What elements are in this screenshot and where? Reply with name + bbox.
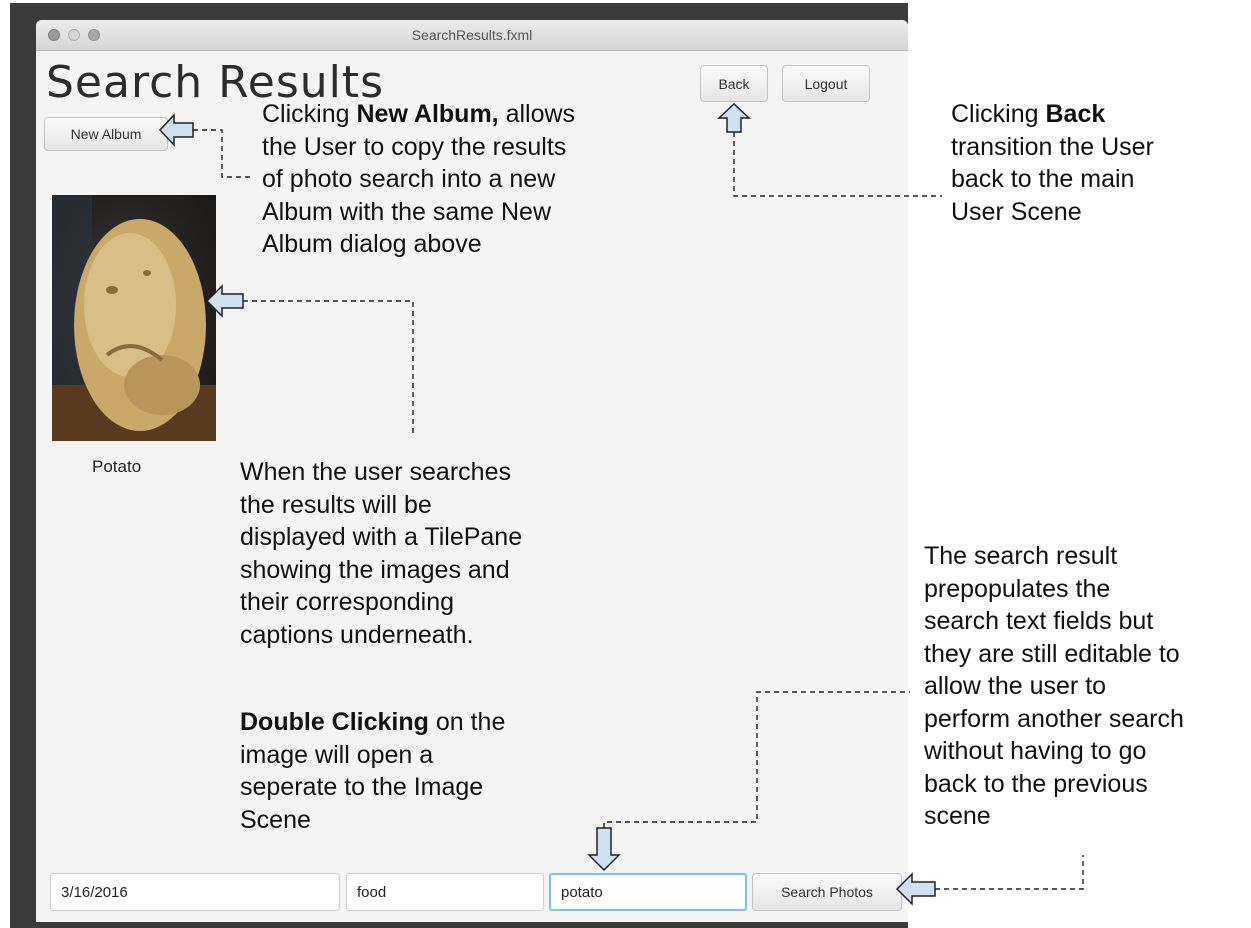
annotation-back: Clicking Back transition the User back t… xyxy=(951,100,1154,226)
annotation-double-click: Double Clicking on the image will open a… xyxy=(240,708,506,834)
back-button[interactable]: Back xyxy=(700,65,768,102)
photo-caption: Potato xyxy=(92,457,142,476)
annotation-prepopulate: The search result prepopulates the searc… xyxy=(924,542,1184,830)
new-album-button[interactable]: New Album xyxy=(44,117,168,151)
logout-button[interactable]: Logout xyxy=(782,65,870,102)
tag-type-field[interactable]: food xyxy=(346,873,544,911)
potato-image xyxy=(52,195,216,441)
window-title: SearchResults.fxml xyxy=(411,27,533,43)
result-photo-potato[interactable] xyxy=(52,195,216,441)
annotation-tilepane: When the user searches the results will … xyxy=(240,458,523,649)
search-photos-button[interactable]: Search Photos xyxy=(752,873,902,911)
tag-value-field[interactable]: potato xyxy=(549,873,747,911)
title-bar: SearchResults.fxml xyxy=(36,20,908,51)
date-field[interactable]: 3/16/2016 xyxy=(50,873,340,911)
annotation-new-album: Clicking New Album, allows the User to c… xyxy=(262,100,576,258)
leader-search-button xyxy=(935,855,1084,890)
